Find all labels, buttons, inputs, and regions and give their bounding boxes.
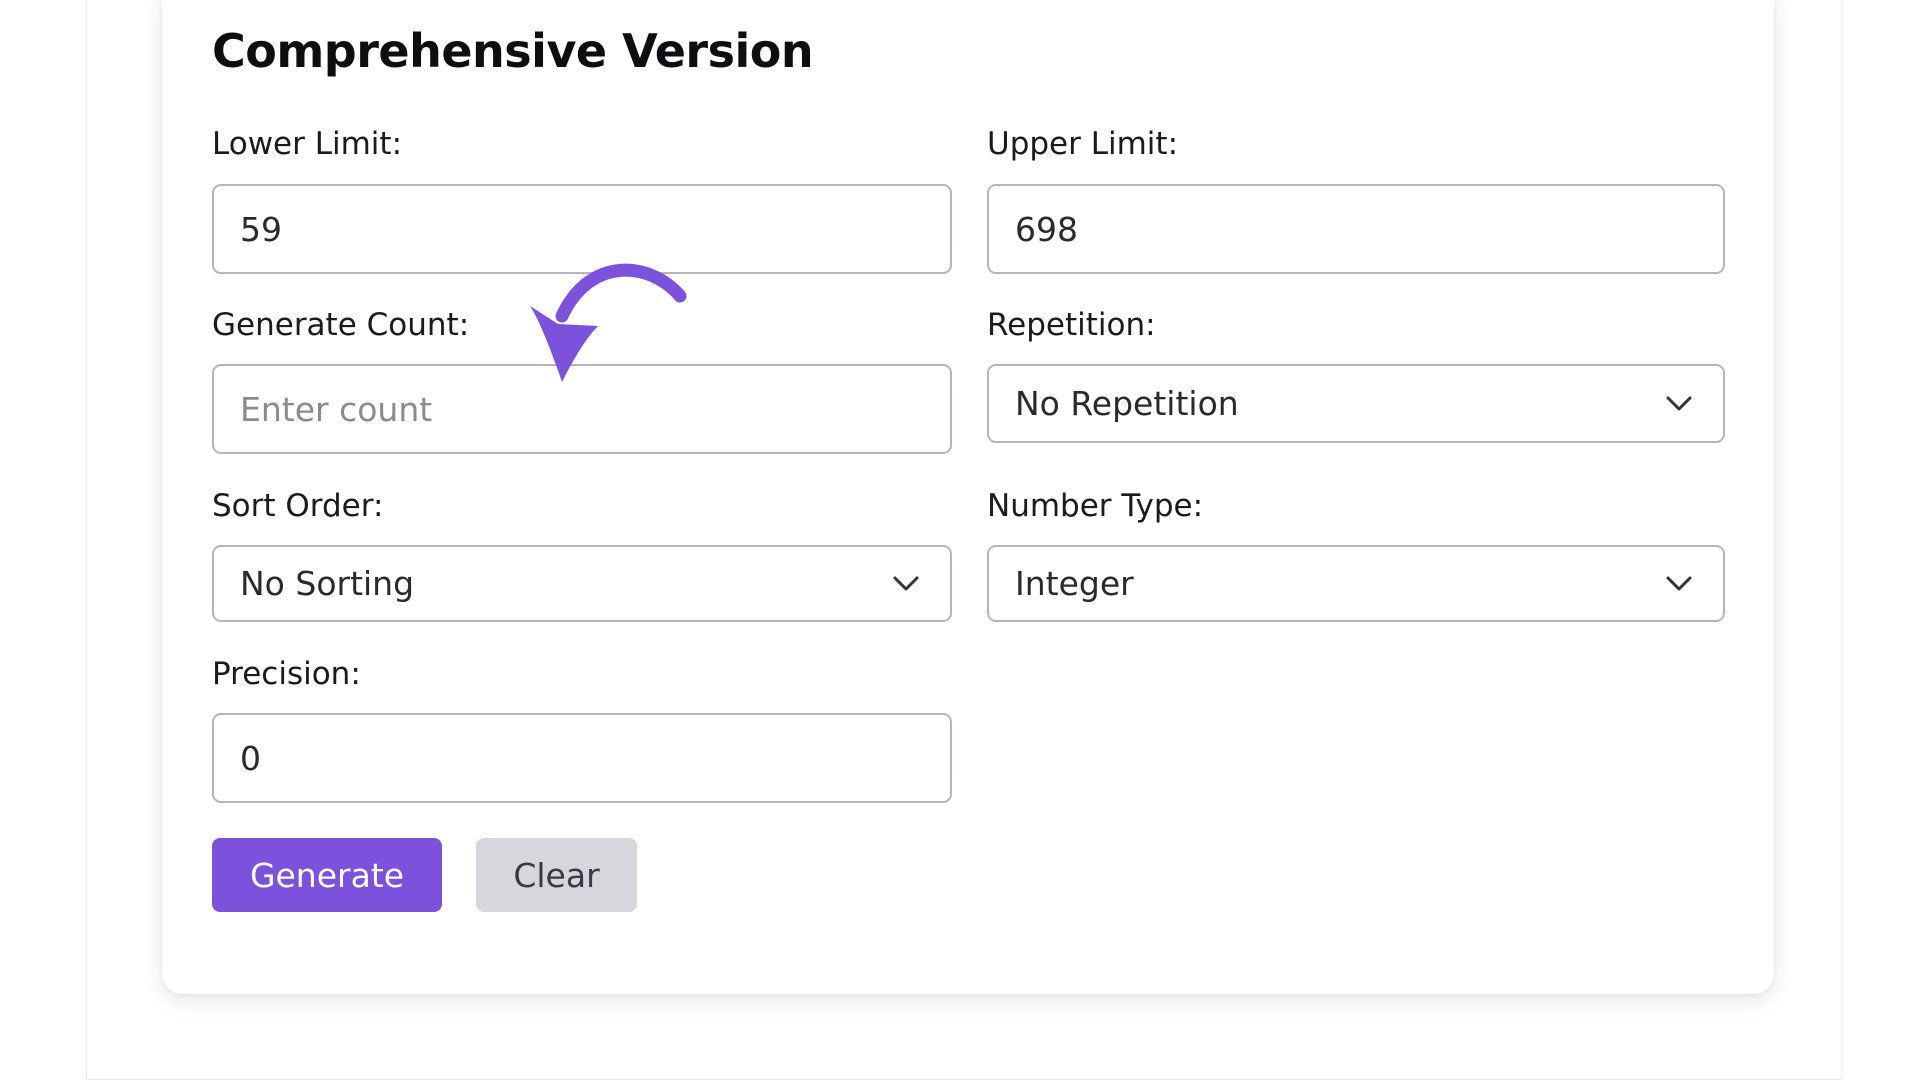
repetition-selected-value: No Repetition	[1015, 384, 1239, 423]
curved-arrow-icon	[530, 263, 687, 382]
precision-label: Precision:	[212, 656, 361, 692]
chevron-down-icon	[1666, 576, 1692, 590]
chevron-down-icon	[1666, 396, 1692, 410]
chevron-down-icon	[893, 576, 919, 590]
repetition-select[interactable]: No Repetition	[987, 364, 1725, 443]
lower-limit-label: Lower Limit:	[212, 126, 403, 162]
sort-order-label: Sort Order:	[212, 488, 384, 524]
page-title: Comprehensive Version	[212, 24, 814, 78]
generate-count-label: Generate Count:	[212, 307, 470, 343]
precision-input[interactable]	[212, 713, 952, 803]
repetition-label: Repetition:	[987, 307, 1156, 343]
upper-limit-input[interactable]	[987, 184, 1725, 274]
number-type-selected-value: Integer	[1015, 564, 1134, 603]
number-type-label: Number Type:	[987, 488, 1204, 524]
number-type-select[interactable]: Integer	[987, 545, 1725, 622]
clear-button[interactable]: Clear	[476, 838, 637, 912]
upper-limit-label: Upper Limit:	[987, 126, 1179, 162]
sort-order-select[interactable]: No Sorting	[212, 545, 952, 622]
generate-button[interactable]: Generate	[212, 838, 442, 912]
sort-order-selected-value: No Sorting	[240, 564, 415, 603]
